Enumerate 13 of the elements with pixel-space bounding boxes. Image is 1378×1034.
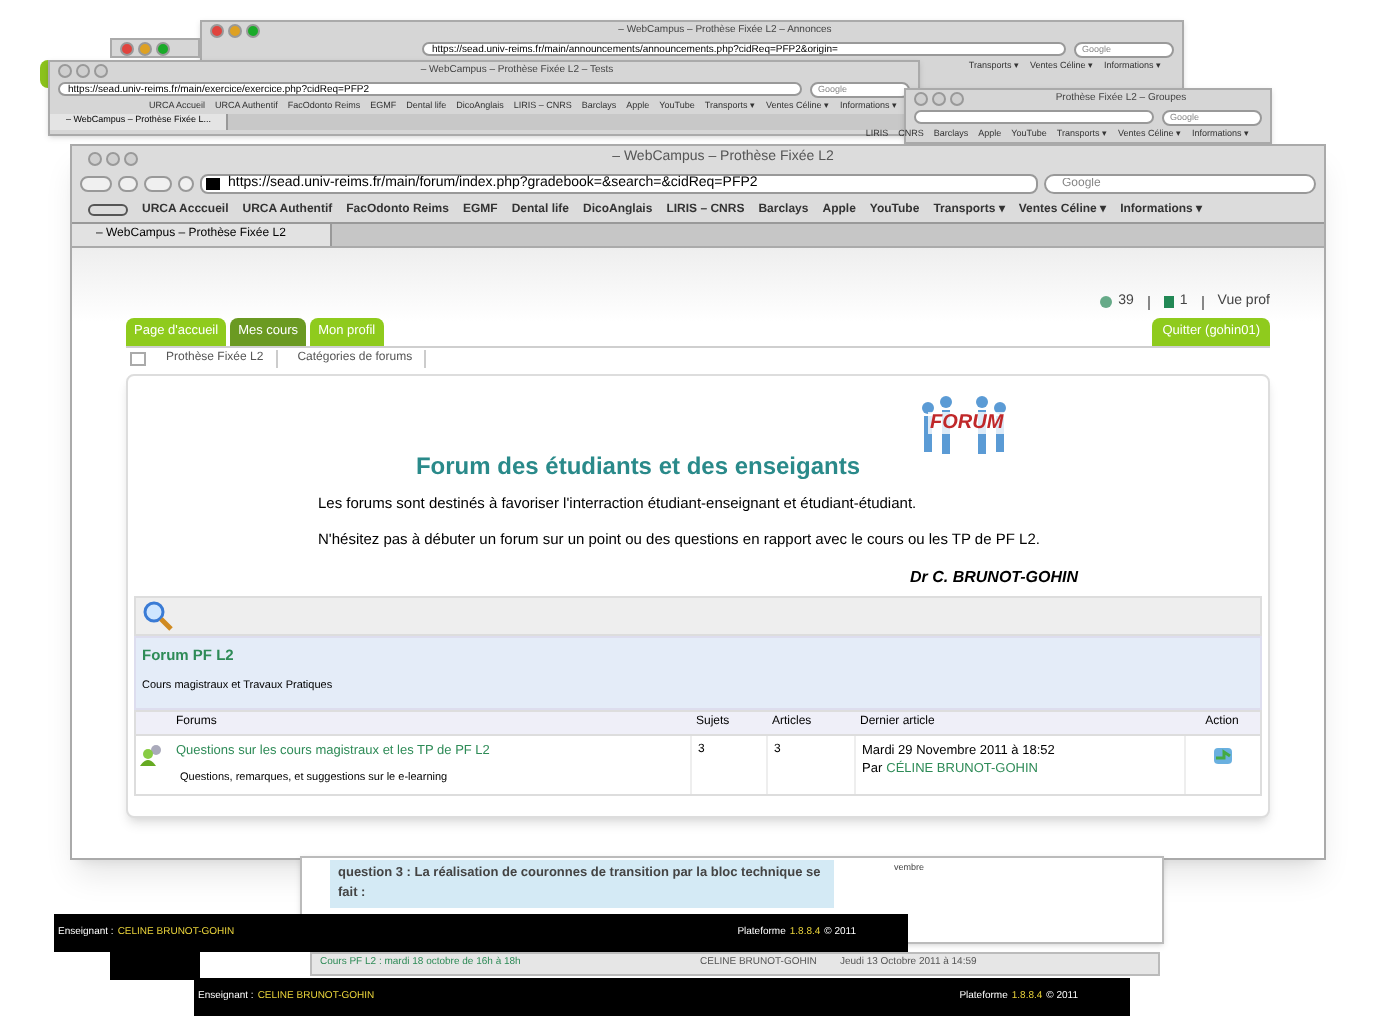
toolbar-button[interactable] [118, 176, 138, 192]
signature: Dr C. BRUNOT-GOHIN [908, 565, 1078, 589]
flag-icon [1163, 296, 1174, 308]
search-icon[interactable] [142, 600, 174, 632]
logo-text: FORUM [928, 412, 1006, 434]
address-bar[interactable] [914, 110, 1154, 124]
users-icon [1100, 296, 1113, 308]
users-icon [140, 743, 164, 765]
add-bookmark-button[interactable] [178, 176, 194, 192]
text-size-button[interactable] [144, 176, 172, 192]
site-icon [206, 178, 220, 190]
page-heading: Forum des étudiants et des enseigants [415, 450, 861, 484]
back-forward-button[interactable] [80, 176, 112, 192]
